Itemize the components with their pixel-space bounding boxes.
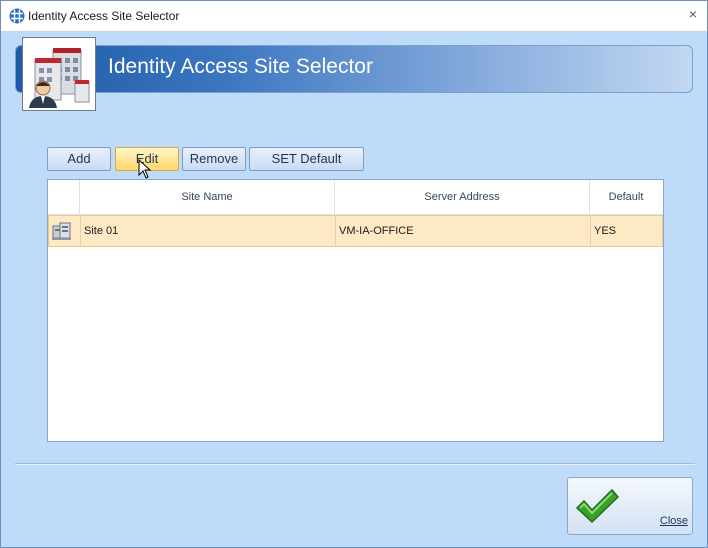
grid-header: Site Name Server Address Default: [48, 180, 663, 215]
row-icon-cell: [49, 216, 80, 246]
close-button-label: Close: [659, 515, 688, 527]
header-title: Identity Access Site Selector: [108, 55, 373, 78]
default-cell: YES: [590, 216, 662, 246]
close-button[interactable]: Close: [567, 477, 693, 535]
grid-globe-icon: [9, 8, 25, 24]
server-address-cell: VM-IA-OFFICE: [335, 216, 590, 246]
header-banner: Identity Access Site Selector: [15, 45, 693, 93]
checkmark-icon: [575, 488, 620, 524]
column-header-icon[interactable]: [48, 180, 79, 214]
close-window-icon[interactable]: ×: [689, 6, 697, 22]
column-header-default[interactable]: Default: [589, 180, 662, 214]
remove-button[interactable]: Remove: [182, 147, 246, 171]
sites-grid[interactable]: Site Name Server Address Default Site 01…: [47, 179, 664, 442]
building-with-person-icon: [22, 37, 96, 111]
footer-separator: [15, 463, 695, 465]
table-row[interactable]: Site 01 VM-IA-OFFICE YES: [48, 215, 663, 247]
set-default-button[interactable]: SET Default: [249, 147, 364, 171]
window-title: Identity Access Site Selector: [28, 9, 180, 23]
mouse-cursor-icon: [138, 159, 152, 179]
server-icon: [52, 222, 71, 240]
site-selector-window: Identity Access Site Selector × Identity…: [0, 0, 708, 548]
site-name-cell: Site 01: [80, 216, 335, 246]
column-header-server-address[interactable]: Server Address: [334, 180, 589, 214]
add-button[interactable]: Add: [47, 147, 111, 171]
title-bar: Identity Access Site Selector ×: [1, 1, 707, 32]
column-header-site-name[interactable]: Site Name: [79, 180, 334, 214]
